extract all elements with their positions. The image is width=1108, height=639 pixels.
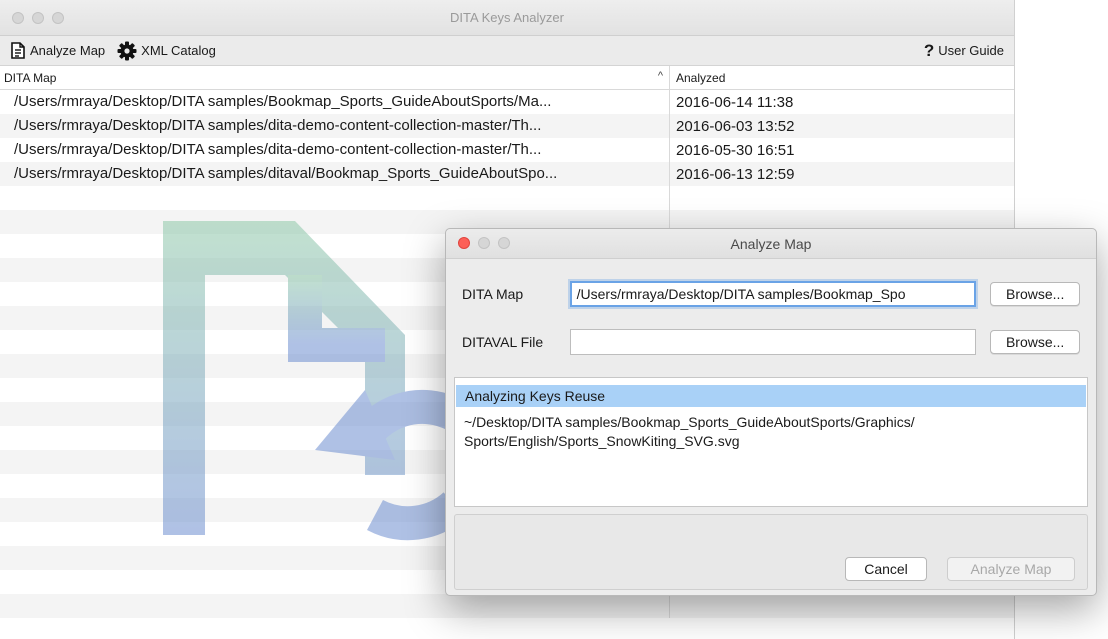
browse-dita-map-button[interactable]: Browse... bbox=[990, 282, 1081, 306]
document-refresh-watermark-icon bbox=[163, 221, 455, 541]
row-analyzed-date: 2016-05-30 16:51 bbox=[676, 141, 795, 159]
column-header-label: Analyzed bbox=[676, 70, 726, 85]
sort-ascending-icon: ^ bbox=[657, 70, 663, 82]
cancel-button[interactable]: Cancel bbox=[845, 557, 927, 581]
main-toolbar: Analyze Map XML Catalog ? User Guide bbox=[0, 36, 1014, 66]
analyze-map-label: Analyze Map bbox=[30, 43, 106, 58]
row-analyzed-date: 2016-06-14 11:38 bbox=[676, 93, 794, 111]
dita-map-input[interactable]: /Users/rmraya/Desktop/DITA samples/Bookm… bbox=[569, 281, 977, 307]
ditaval-input[interactable] bbox=[569, 329, 977, 355]
table-row[interactable]: /Users/rmraya/Desktop/DITA samples/Bookm… bbox=[0, 90, 1014, 114]
row-map-path: /Users/rmraya/Desktop/DITA samples/ditav… bbox=[0, 162, 670, 186]
analyze-map-dialog: Analyze Map DITA Map /Users/rmraya/Deskt… bbox=[445, 228, 1097, 596]
column-header-dita-map[interactable]: DITA Map ^ bbox=[0, 66, 670, 89]
xml-catalog-button[interactable]: XML Catalog bbox=[117, 41, 216, 61]
table-header: DITA Map ^ Analyzed bbox=[0, 66, 1014, 90]
column-header-analyzed[interactable]: Analyzed bbox=[670, 66, 1014, 89]
analyze-map-button[interactable]: Analyze Map bbox=[10, 42, 105, 59]
ditaval-row: DITAVAL File Browse... bbox=[462, 328, 1080, 356]
row-map-path: /Users/rmraya/Desktop/DITA samples/dita-… bbox=[0, 138, 670, 162]
row-map-path: /Users/rmraya/Desktop/DITA samples/Bookm… bbox=[0, 90, 670, 114]
document-icon bbox=[11, 42, 25, 59]
main-titlebar: DITA Keys Analyzer bbox=[0, 0, 1014, 36]
dialog-button-bar: Cancel Analyze Map bbox=[454, 514, 1088, 590]
table-row[interactable]: /Users/rmraya/Desktop/DITA samples/dita-… bbox=[0, 114, 1014, 138]
gear-icon bbox=[117, 41, 137, 60]
empty-row bbox=[0, 594, 1014, 618]
dita-map-row: DITA Map /Users/rmraya/Desktop/DITA samp… bbox=[462, 280, 1081, 308]
browse-ditaval-button[interactable]: Browse... bbox=[990, 330, 1080, 354]
dialog-title: Analyze Map bbox=[730, 236, 812, 252]
dita-map-label: DITA Map bbox=[462, 286, 524, 302]
window-title: DITA Keys Analyzer bbox=[450, 10, 564, 25]
progress-log[interactable]: Analyzing Keys Reuse ~/Desktop/DITA samp… bbox=[454, 377, 1088, 507]
table-row[interactable]: /Users/rmraya/Desktop/DITA samples/ditav… bbox=[0, 162, 1014, 186]
log-item[interactable]: ~/Desktop/DITA samples/Bookmap_Sports_Gu… bbox=[455, 407, 1087, 457]
row-analyzed-date: 2016-06-13 12:59 bbox=[676, 165, 795, 183]
empty-row bbox=[0, 186, 1014, 210]
table-row[interactable]: /Users/rmraya/Desktop/DITA samples/dita-… bbox=[0, 138, 1014, 162]
xml-catalog-label: XML Catalog bbox=[141, 43, 216, 58]
column-header-label: DITA Map bbox=[4, 70, 57, 85]
row-map-path: /Users/rmraya/Desktop/DITA samples/dita-… bbox=[0, 114, 670, 138]
row-analyzed-date: 2016-06-03 13:52 bbox=[676, 117, 795, 135]
question-icon: ? bbox=[923, 41, 935, 60]
user-guide-label: User Guide bbox=[938, 43, 1004, 58]
ditaval-label: DITAVAL File bbox=[462, 334, 544, 350]
user-guide-button[interactable]: ? User Guide bbox=[924, 42, 1004, 59]
log-item-selected[interactable]: Analyzing Keys Reuse bbox=[456, 385, 1086, 407]
analyze-map-submit-button[interactable]: Analyze Map bbox=[947, 557, 1075, 581]
dialog-titlebar: Analyze Map bbox=[446, 229, 1096, 259]
